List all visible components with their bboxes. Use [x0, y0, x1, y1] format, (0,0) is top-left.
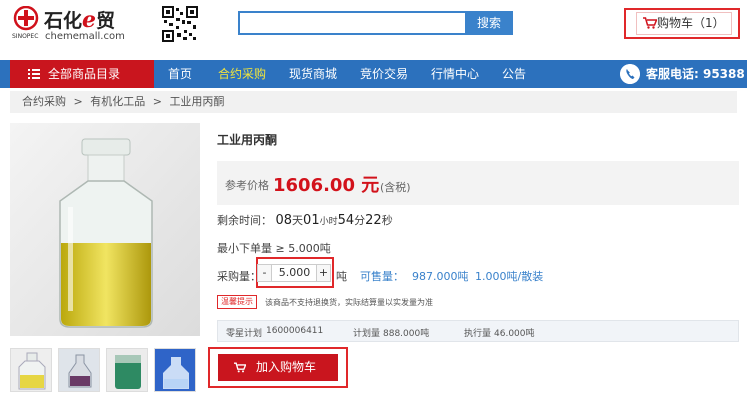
breadcrumb-item[interactable]: 合约采购 [22, 95, 66, 108]
breadcrumb-separator: > [73, 95, 83, 108]
product-thumbnail[interactable] [10, 348, 52, 392]
nav-item-bidding[interactable]: 竞价交易 [360, 60, 408, 88]
breadcrumb-separator: > [152, 95, 162, 108]
product-thumbnail[interactable] [58, 348, 100, 392]
countdown: 剩余时间： 08天01小时54分22秒 [217, 212, 393, 228]
countdown-minutes: 54 [337, 213, 355, 228]
product-main-image [10, 123, 200, 336]
cart-label: 购物车（1） [657, 16, 725, 30]
search-button[interactable]: 搜索 [465, 11, 513, 35]
nav-item-home[interactable]: 首页 [168, 60, 192, 88]
countdown-seconds-unit: 秒 [381, 214, 393, 227]
phone-icon [620, 64, 640, 84]
breadcrumb-item-current: 工业用丙酮 [169, 95, 225, 108]
qty-increase-button[interactable]: + [316, 264, 331, 282]
product-thumbnail[interactable] [154, 348, 196, 392]
cart-highlight-frame: 购物车（1） [624, 8, 740, 39]
countdown-hours-unit: 小时 [319, 217, 338, 227]
countdown-days-unit: 天 [292, 214, 304, 227]
product-title: 工业用丙酮 [217, 133, 278, 147]
all-categories-button[interactable]: 全部商品目录 [10, 60, 154, 88]
cart-icon [234, 362, 246, 373]
price-tax-note: (含税) [380, 181, 411, 194]
add-to-cart-highlight-frame: 加入购物车 [208, 347, 348, 388]
qty-highlight-frame: - 5.000 + [256, 257, 334, 288]
plan-id-value: 1600006411 [266, 326, 324, 336]
warning-badge: 温馨提示 [217, 295, 257, 309]
nav-item-spot-mall[interactable]: 现货商城 [289, 60, 337, 88]
qty-input[interactable]: 5.000 [272, 264, 317, 282]
menu-icon [28, 69, 40, 79]
add-to-cart-label: 加入购物车 [256, 360, 317, 374]
planned-qty-value: 888.000吨 [383, 329, 430, 339]
pack-spec: 1.000吨/散装 [475, 270, 544, 283]
warning-text: 该商品不支持退换货，实际结算量以实发量为准 [265, 298, 433, 307]
countdown-minutes-unit: 分 [354, 214, 366, 227]
plan-info: 零星计划 1600006411 计划量 888.000吨 执行量 46.000吨 [217, 320, 739, 342]
main-nav: 全部商品目录 首页 合约采购 现货商城 竞价交易 行情中心 公告 客服电话: 9… [0, 60, 747, 88]
site-logo[interactable]: SINOPEC 石化e贸 chememall.com [12, 6, 134, 42]
hotline-label: 客服电话: 95388 [646, 67, 745, 81]
cart-button[interactable]: 购物车（1） [636, 12, 732, 35]
available-value: 987.000吨 [412, 270, 469, 283]
countdown-seconds: 22 [365, 213, 382, 228]
price-box: 参考价格 1606.00 元 (含税) [217, 161, 739, 205]
qty-decrease-button[interactable]: - [257, 264, 272, 282]
planned-qty-label: 计划量 [353, 329, 381, 339]
breadcrumb-item[interactable]: 有机化工品 [90, 95, 145, 108]
logo-url: chememall.com [45, 31, 125, 42]
min-order: 最小下单量 ≥ 5.000吨 [217, 242, 331, 255]
countdown-label: 剩余时间： [217, 214, 272, 227]
executed-qty-value: 46.000吨 [494, 329, 535, 339]
nav-item-contract-purchase[interactable]: 合约采购 [218, 60, 266, 88]
countdown-hours: 01 [303, 213, 320, 228]
available-label: 可售量： [360, 270, 404, 283]
add-to-cart-button[interactable]: 加入购物车 [218, 354, 338, 381]
price-value: 1606.00 元 [273, 175, 380, 196]
customer-hotline: 客服电话: 95388 [620, 60, 745, 88]
nav-item-market-center[interactable]: 行情中心 [431, 60, 479, 88]
product-thumbnail[interactable] [106, 348, 148, 392]
plan-id-label: 零星计划 [226, 329, 263, 339]
executed-qty-label: 执行量 [464, 329, 492, 339]
search-input[interactable] [238, 11, 465, 35]
all-categories-label: 全部商品目录 [48, 67, 121, 81]
logo-title: 石化e贸 [44, 7, 116, 33]
breadcrumb: 合约采购 > 有机化工品 > 工业用丙酮 [10, 91, 737, 113]
cart-icon [643, 17, 657, 29]
logo-mark-text: SINOPEC [12, 33, 39, 40]
price-label: 参考价格 [225, 179, 269, 192]
countdown-days: 08 [275, 213, 293, 228]
qty-unit: 吨 [336, 270, 347, 283]
qty-label: 采购量： [217, 270, 261, 283]
nav-item-announcements[interactable]: 公告 [502, 60, 526, 88]
qr-code-icon [162, 6, 198, 42]
